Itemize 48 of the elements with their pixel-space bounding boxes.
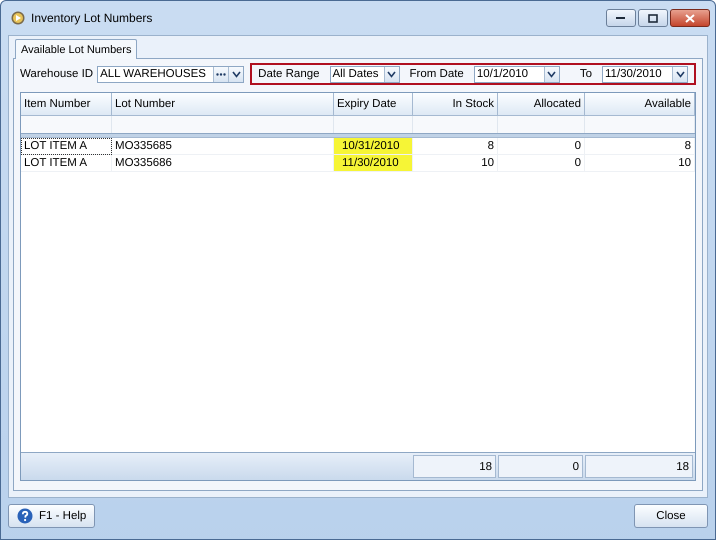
column-header[interactable]: Available: [585, 93, 695, 116]
filter-cell[interactable]: [334, 116, 413, 133]
filter-cell[interactable]: [585, 116, 695, 133]
filter-cell[interactable]: [112, 116, 334, 133]
close-button[interactable]: [670, 9, 710, 27]
total-cell: 0: [498, 455, 583, 478]
table-cell: MO335685: [112, 138, 334, 155]
date-range-dropdown[interactable]: All Dates: [330, 66, 400, 82]
field-label: Date Range: [258, 68, 320, 80]
table-cell: LOT ITEM A: [21, 155, 112, 172]
column-header[interactable]: Expiry Date: [334, 93, 413, 116]
minimize-icon: [616, 16, 626, 20]
filter-cell[interactable]: [498, 116, 585, 133]
filter-cell[interactable]: [413, 116, 498, 133]
column-header[interactable]: In Stock: [413, 93, 498, 116]
tab[interactable]: Available Lot Numbers: [15, 39, 138, 59]
window-title: Inventory Lot Numbers: [31, 11, 154, 25]
table-cell: 10: [413, 155, 498, 172]
help-icon: [17, 508, 33, 524]
minimize-button[interactable]: [606, 9, 636, 27]
table-cell: 0: [498, 155, 585, 172]
column-header[interactable]: Item Number: [21, 93, 112, 116]
field-label: From Date: [410, 68, 464, 80]
field-label: To: [580, 68, 592, 80]
table-cell: LOT ITEM A: [21, 138, 112, 155]
total-cell: 18: [585, 455, 693, 478]
table-cell: 10/31/2010: [334, 138, 413, 155]
ellipsis-icon[interactable]: [213, 66, 228, 82]
field-label: Warehouse ID: [20, 68, 94, 80]
table-cell: 11/30/2010: [334, 155, 413, 172]
maximize-icon: [648, 14, 658, 22]
from-date-field[interactable]: 10/1/2010: [474, 66, 560, 82]
column-header[interactable]: Allocated: [498, 93, 585, 116]
maximize-button[interactable]: [638, 9, 668, 27]
table-cell: MO335686: [112, 155, 334, 172]
table-cell: 8: [413, 138, 498, 155]
filter-cell[interactable]: [21, 116, 112, 133]
close-dialog-button[interactable]: Close: [634, 504, 708, 528]
warehouse-field[interactable]: ALL WAREHOUSES: [97, 66, 244, 82]
to-date-field[interactable]: 11/30/2010: [602, 66, 688, 82]
table-cell: 8: [585, 138, 695, 155]
app-icon: [11, 11, 25, 25]
close-icon: [685, 14, 695, 22]
column-header[interactable]: Lot Number: [112, 93, 334, 116]
table-cell: 10: [585, 155, 695, 172]
help-button[interactable]: F1 - Help: [8, 504, 96, 528]
total-cell: 18: [413, 455, 496, 478]
table-cell: 0: [498, 138, 585, 155]
